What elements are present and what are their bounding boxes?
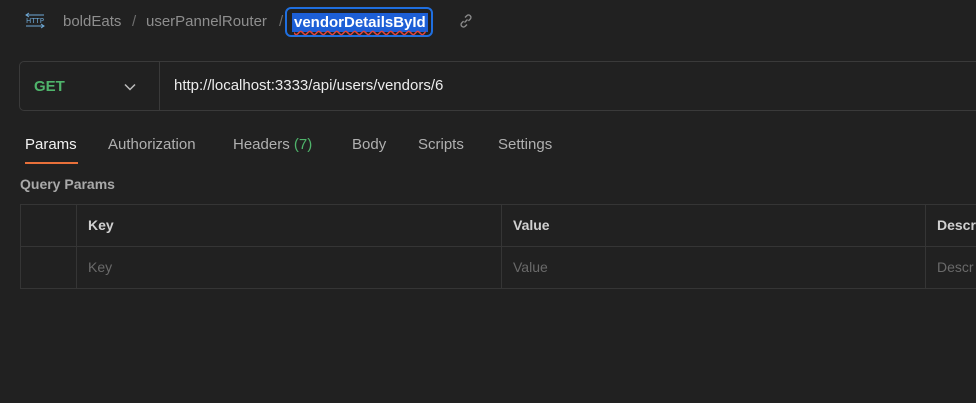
- param-description-placeholder: Descr: [937, 259, 974, 275]
- method-label: GET: [34, 78, 65, 95]
- param-value-placeholder: Value: [513, 259, 548, 275]
- param-key-placeholder: Key: [88, 259, 113, 275]
- breadcrumb-collection[interactable]: boldEats: [63, 13, 121, 30]
- url-input[interactable]: http://localhost:3333/api/users/vendors/…: [174, 77, 443, 94]
- header-key-label: Key: [88, 217, 114, 233]
- breadcrumb: HTTP boldEats / userPannelRouter / vendo…: [0, 0, 976, 44]
- table-row: Key Value Descr: [20, 247, 976, 288]
- tab-authorization[interactable]: Authorization: [108, 136, 196, 153]
- header-checkbox-cell: [20, 205, 76, 246]
- request-name-text: vendorDetailsById: [292, 13, 428, 32]
- link-icon[interactable]: [458, 13, 474, 29]
- header-value: Value: [501, 205, 925, 246]
- param-key-input[interactable]: Key: [76, 247, 501, 288]
- query-params-table: Key Value Descr Key Value Descr: [20, 204, 976, 289]
- tab-body[interactable]: Body: [352, 136, 386, 153]
- chevron-down-icon: [124, 83, 136, 91]
- headers-count-badge: (7): [293, 136, 313, 153]
- breadcrumb-separator: /: [279, 13, 284, 30]
- http-icon: HTTP: [25, 12, 45, 29]
- header-value-label: Value: [513, 217, 550, 233]
- table-header-row: Key Value Descr: [20, 205, 976, 247]
- tab-settings[interactable]: Settings: [498, 136, 552, 153]
- active-tab-indicator: [25, 162, 78, 164]
- request-editor: HTTP boldEats / userPannelRouter / vendo…: [0, 0, 976, 403]
- request-name-input[interactable]: vendorDetailsById: [285, 7, 433, 37]
- method-select[interactable]: GET: [20, 62, 160, 110]
- header-description-label: Descr: [937, 217, 976, 233]
- header-key: Key: [76, 205, 501, 246]
- request-tabs: Params Authorization Headers (7) Body Sc…: [0, 128, 976, 166]
- param-value-input[interactable]: Value: [501, 247, 925, 288]
- param-description-input[interactable]: Descr: [925, 247, 976, 288]
- url-bar: GET http://localhost:3333/api/users/vend…: [19, 61, 976, 111]
- tab-params[interactable]: Params: [25, 136, 77, 153]
- breadcrumb-folder[interactable]: userPannelRouter: [146, 13, 267, 30]
- query-params-title: Query Params: [20, 176, 115, 192]
- tab-headers[interactable]: Headers (7): [233, 136, 312, 153]
- header-description: Descr: [925, 205, 976, 246]
- row-checkbox-cell: [20, 247, 76, 288]
- tab-headers-label: Headers: [233, 136, 290, 153]
- breadcrumb-separator: /: [132, 13, 137, 30]
- tab-scripts[interactable]: Scripts: [418, 136, 464, 153]
